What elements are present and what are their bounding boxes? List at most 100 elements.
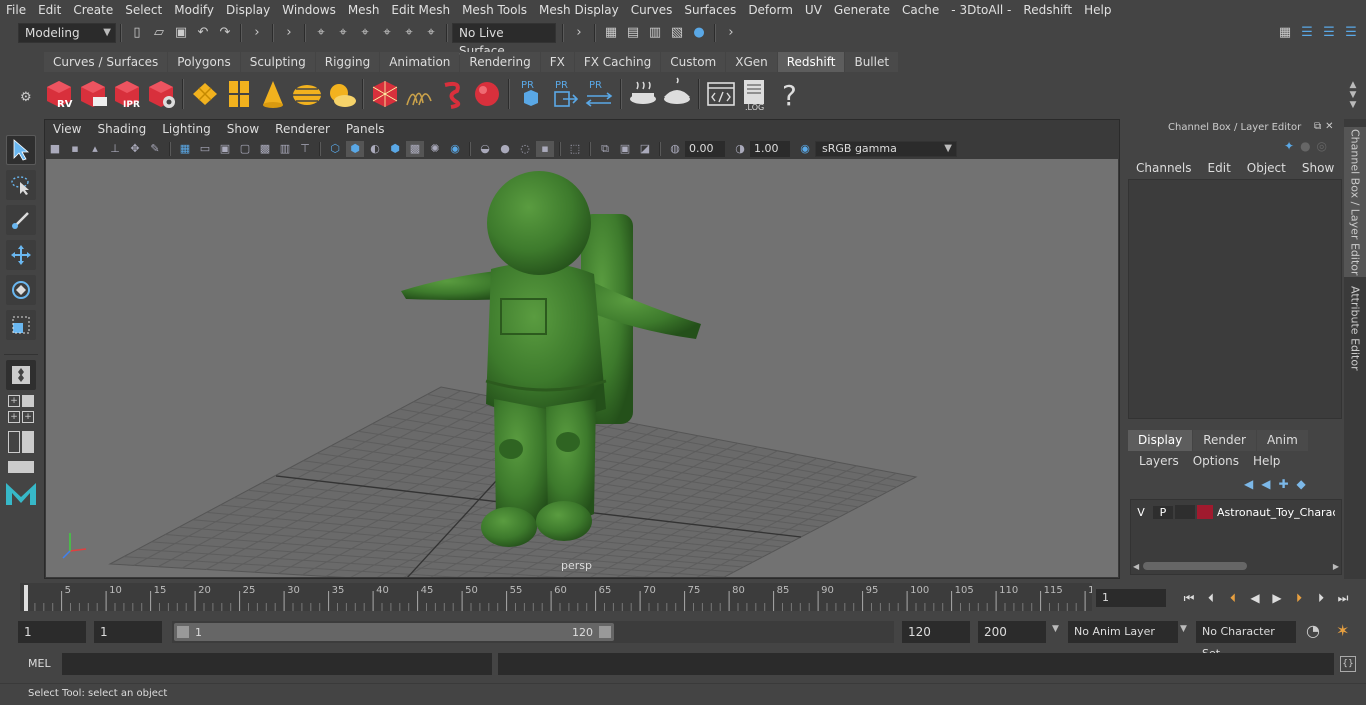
lasso-tool-button[interactable] — [6, 170, 36, 200]
custom-layout-icon[interactable]: + — [22, 411, 34, 423]
snap-live-icon[interactable]: ⌖ — [422, 24, 440, 42]
layer-options-menu[interactable]: Options — [1186, 454, 1246, 468]
motion-blur-icon[interactable]: ● — [496, 141, 514, 157]
command-language-label[interactable]: MEL — [28, 657, 51, 670]
graph-layout-icon[interactable] — [8, 461, 34, 473]
menu-mesh-tools[interactable]: Mesh Tools — [456, 0, 533, 20]
film-gate-icon[interactable]: ▭ — [196, 141, 214, 157]
safe-title-icon[interactable]: ⊤ — [296, 141, 314, 157]
screen-space-ao-icon[interactable]: ◒ — [476, 141, 494, 157]
render-settings-icon[interactable]: ▧ — [668, 24, 686, 42]
redshift-area-light-icon[interactable] — [189, 77, 221, 111]
layer-display-type-toggle[interactable] — [1175, 505, 1195, 519]
safe-action-icon[interactable]: ▥ — [276, 141, 294, 157]
playback-start-field[interactable]: 1 — [94, 621, 162, 643]
menu-3dtoall[interactable]: - 3DtoAll - — [945, 0, 1017, 20]
menu-surfaces[interactable]: Surfaces — [678, 0, 742, 20]
script-editor-icon[interactable] — [705, 77, 737, 111]
menu-create[interactable]: Create — [67, 0, 119, 20]
pr-sync-icon[interactable]: PR — [583, 77, 615, 111]
redshift-render-sequence-icon[interactable] — [77, 77, 109, 111]
redshift-ipr-icon[interactable]: IPR — [111, 77, 143, 111]
animation-start-field[interactable]: 1 — [18, 621, 86, 643]
new-layer-icon[interactable]: ✚ — [1278, 477, 1288, 491]
resolution-gate-icon[interactable]: ▣ — [216, 141, 234, 157]
menu-windows[interactable]: Windows — [276, 0, 342, 20]
layer-tab-anim[interactable]: Anim — [1256, 430, 1308, 451]
rotate-tool-button[interactable] — [6, 275, 36, 305]
menu-edit-mesh[interactable]: Edit Mesh — [385, 0, 456, 20]
character-set-field[interactable]: No Character Set — [1196, 621, 1296, 660]
range-start-grip[interactable] — [177, 626, 189, 638]
layer-tab-display[interactable]: Display — [1128, 430, 1193, 451]
menu-uv[interactable]: UV — [799, 0, 828, 20]
color-management-icon[interactable]: ◉ — [796, 141, 814, 157]
layer-help-menu[interactable]: Help — [1246, 454, 1287, 468]
redshift-spot-light-icon[interactable] — [257, 77, 289, 111]
shelf-tab-fx-caching[interactable]: FX Caching — [574, 52, 661, 72]
single-pane-layout-icon[interactable]: + — [8, 395, 20, 407]
exposure-icon[interactable]: ◍ — [666, 141, 684, 157]
shadows-icon[interactable]: ✺ — [426, 141, 444, 157]
exposure-field[interactable]: 0.00 — [685, 141, 725, 157]
redshift-hair-icon[interactable] — [403, 77, 435, 111]
shelf-tab-bullet[interactable]: Bullet — [845, 52, 899, 72]
pr-box-icon[interactable]: PR — [515, 77, 547, 111]
camera-icon[interactable]: ■ — [46, 141, 64, 157]
redshift-render-view-icon[interactable]: RV — [43, 77, 75, 111]
play-forwards-icon[interactable]: ▶ — [1266, 587, 1288, 609]
undo-icon[interactable]: ↶ — [194, 24, 212, 42]
shelf-tab-xgen[interactable]: XGen — [726, 52, 777, 72]
viewport-menu-shading[interactable]: Shading — [89, 120, 154, 139]
redshift-proxy-icon[interactable] — [369, 77, 401, 111]
close-panel-icon[interactable]: ✕ — [1325, 121, 1333, 132]
menu-cache[interactable]: Cache — [896, 0, 945, 20]
expand-arrow-icon[interactable]: › — [570, 24, 588, 42]
play-backwards-icon[interactable]: ◀ — [1244, 587, 1266, 609]
open-scene-icon[interactable]: ▱ — [150, 24, 168, 42]
scroll-right-icon[interactable]: ▶ — [1333, 562, 1339, 571]
persp-outliner-layout-icon[interactable] — [22, 431, 34, 453]
layer-row[interactable]: V P Astronaut_Toy_Charac — [1131, 502, 1341, 522]
wireframe-icon[interactable]: ⬡ — [326, 141, 344, 157]
shelf-tab-redshift[interactable]: Redshift — [777, 52, 845, 72]
ipr-render-icon[interactable]: ▥ — [646, 24, 664, 42]
go-to-start-icon[interactable]: ⏮ — [1178, 587, 1200, 609]
playback-end-field[interactable]: 120 — [902, 621, 970, 643]
anti-aliasing-icon[interactable]: ◌ — [516, 141, 534, 157]
log-file-icon[interactable]: .LOG — [739, 77, 771, 111]
channels-menu[interactable]: Channels — [1128, 161, 1200, 175]
shelf-scroll-arrows[interactable]: ▲ ▼ ▼ — [1346, 80, 1360, 110]
animation-end-field[interactable]: 200 — [978, 621, 1046, 643]
save-scene-icon[interactable]: ▣ — [172, 24, 190, 42]
menu-generate[interactable]: Generate — [828, 0, 896, 20]
snap-grid-icon[interactable]: ⌖ — [312, 24, 330, 42]
new-layer-from-selection-icon[interactable]: ◆ — [1297, 477, 1306, 491]
field-chart-icon[interactable]: ▩ — [256, 141, 274, 157]
isolate-select-icon[interactable]: ⬚ — [566, 141, 584, 157]
move-tool-button[interactable] — [6, 240, 36, 270]
menu-help[interactable]: Help — [1078, 0, 1117, 20]
menu-select[interactable]: Select — [119, 0, 168, 20]
layer-playback-toggle[interactable]: P — [1153, 505, 1173, 519]
viewport-menu-renderer[interactable]: Renderer — [267, 120, 338, 139]
live-surface-field[interactable]: No Live Surface — [452, 23, 556, 58]
go-to-end-icon[interactable]: ⏭ — [1332, 587, 1354, 609]
xray-icon[interactable]: ⧉ — [596, 141, 614, 157]
expand-arrow-icon[interactable]: › — [248, 24, 266, 42]
textured-icon[interactable]: ⬢ — [386, 141, 404, 157]
layer-visibility-toggle[interactable]: V — [1131, 506, 1151, 519]
viewport-menu-show[interactable]: Show — [219, 120, 267, 139]
scale-tool-button[interactable] — [6, 310, 36, 340]
gate-mask-icon[interactable]: ▢ — [236, 141, 254, 157]
current-frame-field[interactable]: 1 — [1096, 589, 1166, 607]
ambient-occlusion-icon[interactable]: ◉ — [446, 141, 464, 157]
layer-tab-render[interactable]: Render — [1193, 430, 1256, 451]
shelf-tab-curves-surfaces[interactable]: Curves / Surfaces — [44, 52, 168, 72]
depth-of-field-icon[interactable]: ▪ — [536, 141, 554, 157]
time-slider[interactable]: 5 10 15 20 25 30 35 40 45 50 55 60 65 70 75 80 85 90 95 100… — [20, 583, 1101, 611]
grease-pencil-icon[interactable]: ✎ — [146, 141, 164, 157]
move-layer-down-icon[interactable]: ◀ — [1261, 477, 1270, 491]
image-plane-icon[interactable]: ⊥ — [106, 141, 124, 157]
range-slider[interactable]: 1 120 — [172, 621, 894, 643]
